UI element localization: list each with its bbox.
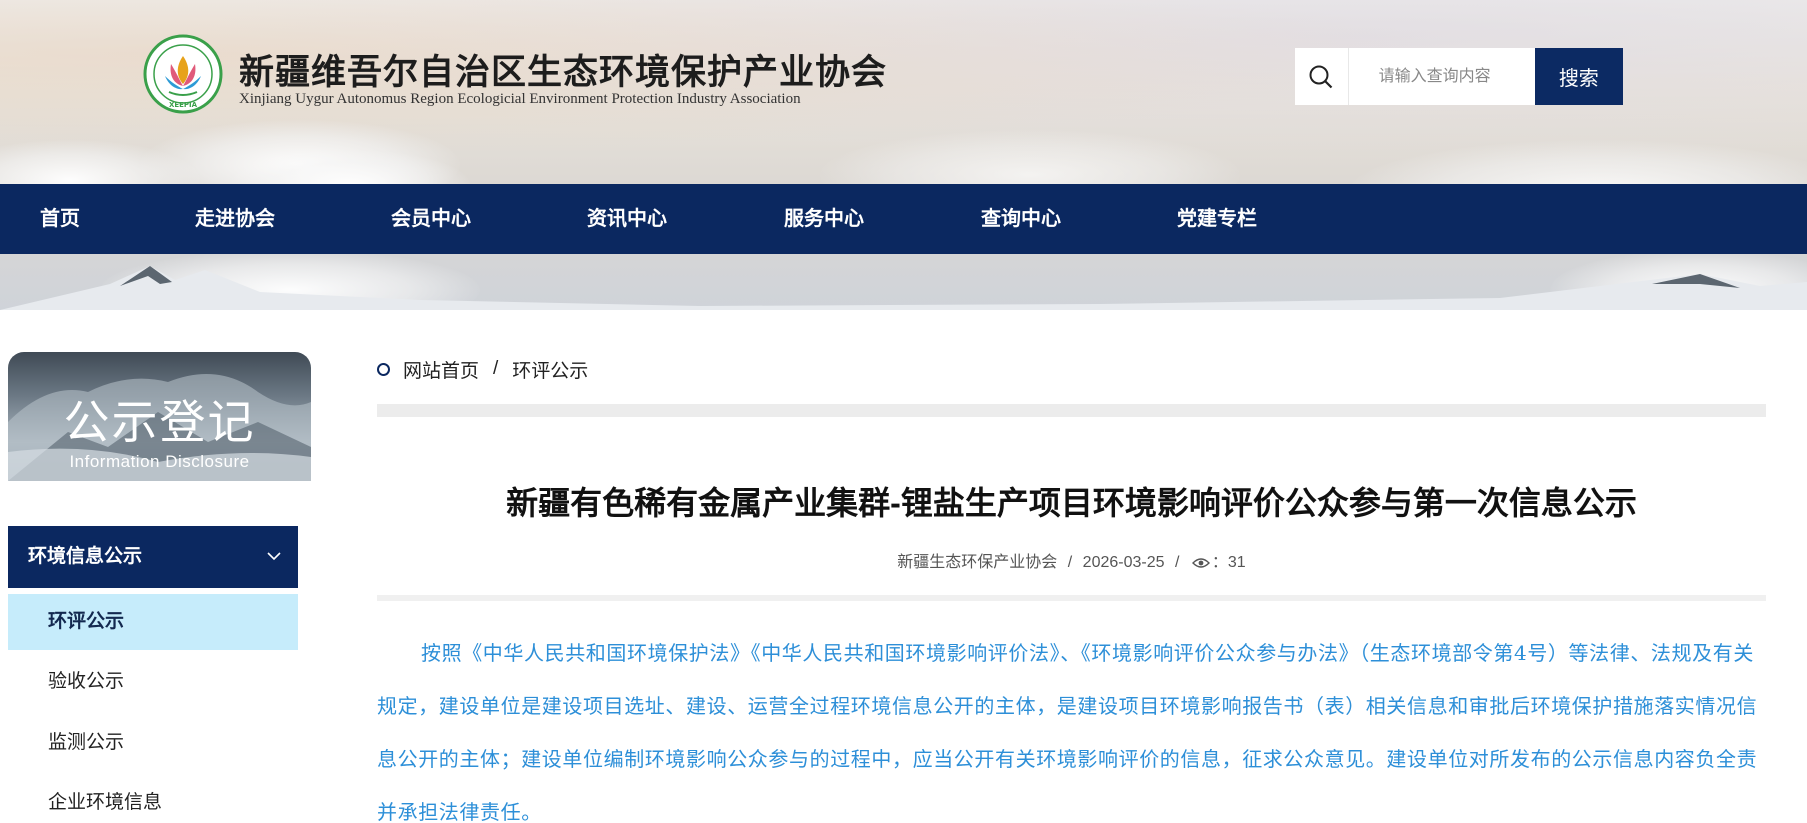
views-label-suffix: ： [1211, 554, 1228, 571]
nav-item-party[interactable]: 党建专栏 [1177, 184, 1257, 254]
site-logo[interactable]: XEEPIA 新疆维吾尔自治区生态环境保护产业协会 Xinjiang Uygur… [143, 34, 886, 116]
search-bar: 搜索 [1295, 48, 1623, 105]
site-subtitle: Xinjiang Uygur Autonomus Region Ecologic… [239, 91, 801, 107]
sidebar-item-label: 验收公示 [48, 671, 125, 692]
sidebar-banner-subtitle: Information Disclosure [69, 452, 250, 471]
sidebar-group-env-info[interactable]: 环境信息公示 [8, 526, 298, 588]
breadcrumb-separator: / [493, 358, 499, 379]
sidebar-group-label: 环境信息公示 [28, 546, 143, 567]
nav-item-home[interactable]: 首页 [40, 184, 80, 254]
search-input[interactable] [1348, 48, 1535, 105]
search-icon[interactable] [1295, 48, 1349, 105]
sidebar-item-label: 监测公示 [48, 732, 125, 753]
association-emblem-icon: XEEPIA [143, 34, 223, 114]
chevron-down-icon [267, 552, 281, 561]
sidebar-item-acceptance[interactable]: 验收公示 [8, 654, 298, 710]
site-title: 新疆维吾尔自治区生态环境保护产业协会 [239, 53, 888, 92]
article-meta: 新疆生态环保产业协会 / 2026-03-25 / ：31 [377, 548, 1766, 572]
page: XEEPIA 新疆维吾尔自治区生态环境保护产业协会 Xinjiang Uygur… [0, 0, 1807, 823]
sidebar-banner-title: 公示登记 [63, 396, 256, 448]
svg-text:XEEPIA: XEEPIA [169, 101, 198, 109]
eye-icon [1191, 558, 1210, 568]
main-nav: 首页 走进协会 会员中心 资讯中心 服务中心 查询中心 党建专栏 [0, 184, 1807, 254]
meta-separator: / [1174, 554, 1180, 571]
sidebar-item-label: 环评公示 [48, 611, 125, 632]
meta-separator: / [1067, 554, 1073, 571]
article-views: 31 [1227, 554, 1246, 571]
sidebar-banner: 公示登记 Information Disclosure [8, 352, 311, 481]
nav-item-members[interactable]: 会员中心 [391, 184, 471, 254]
sidebar-item-monitoring[interactable]: 监测公示 [8, 715, 298, 771]
sidebar-item-eia[interactable]: 环评公示 [8, 594, 298, 650]
breadcrumb-dot-icon [377, 362, 390, 376]
breadcrumb: 网站首页 / 环评公示 [377, 354, 588, 384]
article-divider [377, 595, 1766, 601]
nav-item-news[interactable]: 资讯中心 [587, 184, 667, 254]
breadcrumb-home-link[interactable]: 网站首页 [403, 356, 479, 383]
article-date: 2026-03-25 [1082, 554, 1165, 571]
sidebar-item-label: 企业环境信息 [48, 792, 163, 813]
nav-item-services[interactable]: 服务中心 [784, 184, 864, 254]
nav-item-about[interactable]: 走进协会 [195, 184, 275, 254]
sidebar-item-enterprise-env[interactable]: 企业环境信息 [8, 775, 298, 823]
article-title: 新疆有色稀有金属产业集群-锂盐生产项目环境影响评价公众参与第一次信息公示 [506, 485, 1637, 521]
search-button[interactable]: 搜索 [1534, 48, 1623, 105]
article-source: 新疆生态环保产业协会 [897, 554, 1058, 571]
breadcrumb-current[interactable]: 环评公示 [512, 356, 588, 383]
nav-item-query[interactable]: 查询中心 [981, 184, 1061, 254]
breadcrumb-divider [377, 404, 1766, 417]
article-body: 按照《中华人民共和国环境保护法》《中华人民共和国环境影响评价法》、《环境影响评价… [377, 641, 1758, 823]
